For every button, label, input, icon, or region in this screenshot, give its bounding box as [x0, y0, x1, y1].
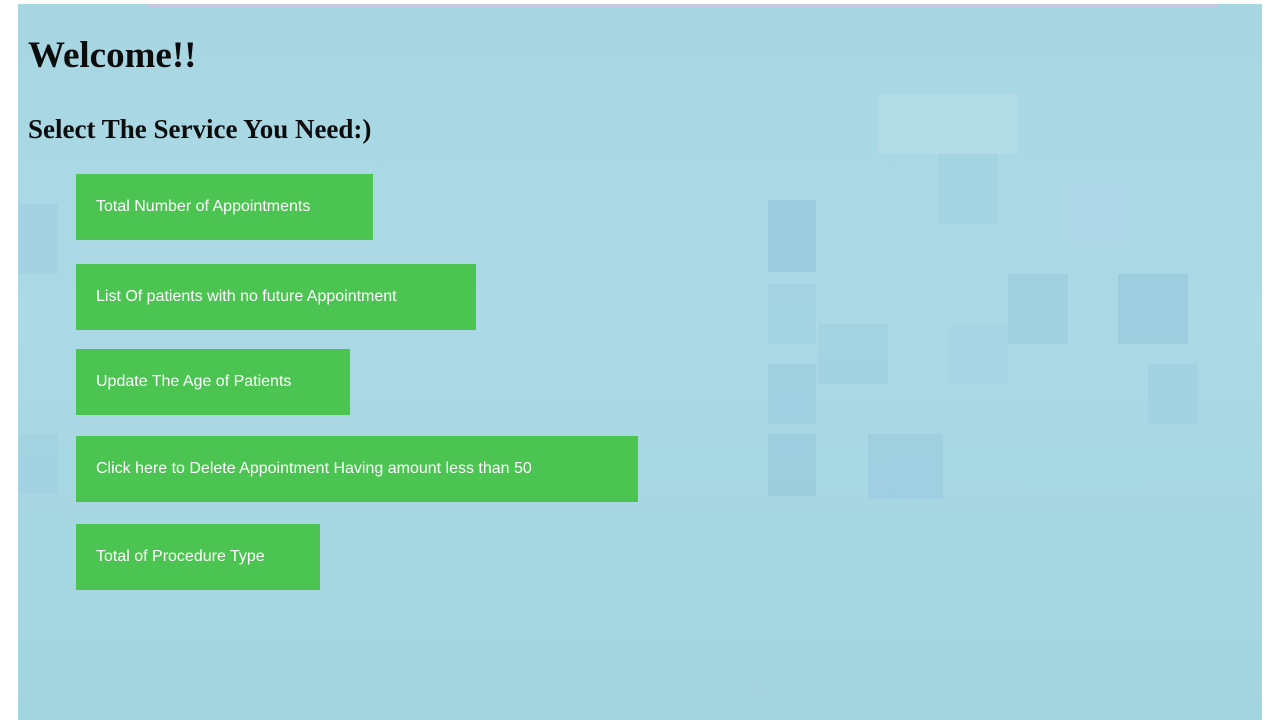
delete-appointment-button[interactable]: Click here to Delete Appointment Having … — [76, 436, 638, 502]
select-service-subheading: Select The Service You Need:) — [28, 114, 372, 144]
welcome-heading: Welcome!! — [28, 35, 197, 76]
update-patient-age-button[interactable]: Update The Age of Patients — [76, 349, 350, 415]
total-appointments-button[interactable]: Total Number of Appointments — [76, 174, 373, 240]
page-viewport: Welcome!! Select The Service You Need:) … — [18, 4, 1262, 720]
total-procedure-type-button[interactable]: Total of Procedure Type — [76, 524, 320, 590]
top-border — [148, 4, 1218, 7]
patients-no-future-appointment-button[interactable]: List Of patients with no future Appointm… — [76, 264, 476, 330]
